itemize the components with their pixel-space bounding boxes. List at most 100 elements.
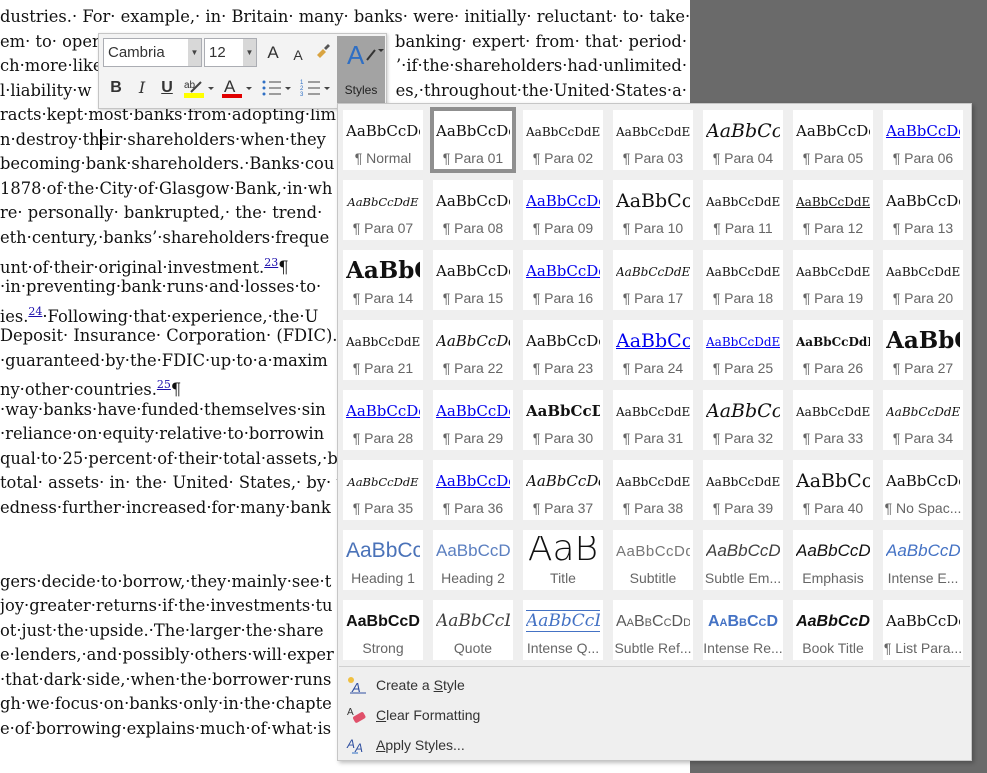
shrink-font-icon: A	[293, 47, 303, 63]
font-color-button[interactable]: A	[221, 76, 255, 107]
style-item[interactable]: AaBbCcDdE ¶ Para 05	[793, 110, 873, 170]
svg-text:A: A	[224, 77, 236, 96]
style-item[interactable]: AaBbCcDdE ¶ Para 09	[523, 180, 603, 240]
style-item[interactable]: AaBbCcDdE ¶ Para 11	[703, 180, 783, 240]
font-size-combo[interactable]: 12 ▼	[204, 38, 257, 67]
grow-font-icon: A	[267, 43, 279, 62]
footnote-reference-link[interactable]: 24	[28, 305, 42, 318]
line-text: gh·we·focus·on·banks·only·in·the·chapte	[0, 694, 332, 714]
style-item[interactable]: AaBbCcDdE Subtitle	[613, 530, 693, 590]
style-item[interactable]: AaBbCcDdE Quote	[433, 600, 513, 660]
style-item[interactable]: AaBbCcDdE ¶ Para 18	[703, 250, 783, 310]
style-item[interactable]: AaBbCcDdE ¶ Para 33	[793, 390, 873, 450]
shrink-font-button[interactable]: A	[289, 44, 307, 66]
footnote-reference-link[interactable]: 23	[264, 256, 278, 269]
style-preview: AaBbCc	[616, 330, 690, 352]
style-item[interactable]: AaBbCcDdE ¶ Para 21	[343, 320, 423, 380]
style-item[interactable]: AaBbCcDdE ¶ Para 35	[343, 460, 423, 520]
style-item[interactable]: AaBbCc ¶ Para 14	[343, 250, 423, 310]
numbering-button[interactable]: 123	[300, 76, 334, 107]
style-item[interactable]: AaBbCc ¶ Para 24	[613, 320, 693, 380]
style-preview: AaBbCcDdE	[796, 195, 870, 209]
style-name: ¶ Para 05	[802, 150, 864, 166]
apply-styles-menu-item[interactable]: AA Apply Styles...	[344, 732, 964, 758]
create-style-icon: A	[348, 677, 366, 695]
bold-icon: B	[110, 79, 122, 96]
style-preview: AaBbCcDdE	[706, 541, 780, 560]
italic-button[interactable]: I	[133, 77, 151, 99]
style-item[interactable]: AaBbCcD Strong	[343, 600, 423, 660]
style-item[interactable]: AaBbCcDdE ¶ Para 15	[433, 250, 513, 310]
style-item[interactable]: AaBbCcDdE ¶ Para 20	[883, 250, 963, 310]
style-item[interactable]: AaBbCcDdE ¶ Para 02	[523, 110, 603, 170]
style-item[interactable]: AaBbCcDdE Intense E...	[883, 530, 963, 590]
style-item[interactable]: AaBbCcDdE ¶ Para 30	[523, 390, 603, 450]
style-item[interactable]: AaBbCc ¶ Para 32	[703, 390, 783, 450]
style-item[interactable]: AaBbCcDdE ¶ Para 16	[523, 250, 603, 310]
style-item[interactable]: AaBbCcD Book Title	[793, 600, 873, 660]
style-name: ¶ Para 21	[352, 360, 414, 376]
style-item[interactable]: AaBbCcDdE ¶ Para 06	[883, 110, 963, 170]
footnote-reference-link[interactable]: 25	[157, 378, 171, 391]
style-preview: AaBbCcD	[707, 613, 779, 630]
style-item[interactable]: AaBbCcDdE ¶ Para 01	[430, 107, 516, 173]
styles-button[interactable]: A Styles	[337, 36, 385, 106]
style-item[interactable]: AaBbCcDdE ¶ Para 39	[703, 460, 783, 520]
style-preview: AaBbCcDdE	[526, 262, 600, 280]
grow-font-button[interactable]: A	[264, 42, 282, 64]
clear-formatting-menu-item[interactable]: A Clear Formatting	[344, 702, 964, 728]
chevron-down-icon[interactable]: ▼	[188, 39, 201, 66]
highlight-button[interactable]: ab	[183, 76, 217, 107]
line-text: e·of·borrowing·explains·much·of·what·is	[0, 718, 332, 738]
style-preview: AaBbCcDdE	[706, 475, 780, 489]
style-item[interactable]: AaBbCcDdE ¶ Para 36	[433, 460, 513, 520]
style-item[interactable]: AaBbCcDdE ¶ Para 07	[343, 180, 423, 240]
style-item[interactable]: AaB Title	[523, 530, 603, 590]
style-item[interactable]: AaBbCcDdE ¶ Para 29	[433, 390, 513, 450]
style-preview: AaBbCcDdE	[346, 402, 420, 420]
style-item[interactable]: AaBbCcDdE ¶ Para 19	[793, 250, 873, 310]
style-item[interactable]: AaBbCcDdE ¶ List Para...	[883, 600, 963, 660]
style-item[interactable]: AaBbCcDdE ¶ Para 25	[703, 320, 783, 380]
style-item[interactable]: AaBbCcDdE ¶ Para 31	[613, 390, 693, 450]
create-style-menu-item[interactable]: A Create a Style	[344, 672, 964, 698]
style-item[interactable]: AaBbCcDdE ¶ Para 04	[703, 110, 783, 170]
style-name: ¶ Para 02	[532, 150, 594, 166]
style-item[interactable]: AaBbCcDdE ¶ Para 28	[343, 390, 423, 450]
style-item[interactable]: AaBbCcDdE ¶ Para 23	[523, 320, 603, 380]
document-line: qual·to·25·percent·of·their·total·assets…	[0, 447, 338, 471]
style-item[interactable]: AaBbCcDdE Emphasis	[793, 530, 873, 590]
style-item[interactable]: AaBbCcDdE ¶ Para 26	[793, 320, 873, 380]
bold-button[interactable]: B	[107, 77, 125, 99]
style-preview: AaBbCcDdE	[436, 611, 510, 631]
style-item[interactable]: AaBbCcDdE ¶ Para 38	[613, 460, 693, 520]
style-item[interactable]: AaBbCcDdE Intense Q...	[523, 600, 603, 660]
style-item[interactable]: AaBbCcD Intense Re...	[703, 600, 783, 660]
underline-button[interactable]: U	[158, 77, 176, 99]
style-item[interactable]: AaBbCcDdE ¶ Para 34	[883, 390, 963, 450]
style-item[interactable]: AaBbCcDdE ¶ Para 13	[883, 180, 963, 240]
style-item[interactable]: AaBbCcDdE ¶ Para 03	[613, 110, 693, 170]
style-item[interactable]: AaBbCcDdE ¶ Para 17	[613, 250, 693, 310]
style-item[interactable]: AaBbCcDdE Subtle Em...	[703, 530, 783, 590]
style-item[interactable]: AaBbCcDdE ¶ No Spac...	[883, 460, 963, 520]
style-item[interactable]: AaBbCcDdE ¶ Para 37	[523, 460, 603, 520]
style-item[interactable]: AaBbCc ¶ Para 10	[613, 180, 693, 240]
style-item[interactable]: AaBbCc ¶ Para 27	[883, 320, 963, 380]
chevron-down-icon[interactable]: ▼	[243, 39, 256, 66]
format-painter-button[interactable]	[313, 42, 333, 67]
style-item[interactable]: AaBbCcDdE ¶ Para 08	[433, 180, 513, 240]
style-preview: AaBbCcDdE	[886, 541, 960, 560]
style-item[interactable]: AaBbCc ¶ Para 40	[793, 460, 873, 520]
font-name-combo[interactable]: Cambria ▼	[103, 38, 202, 67]
style-item[interactable]: AaBbCcDdE Heading 2	[433, 530, 513, 590]
mini-toolbar: Cambria ▼ 12 ▼ A A A Styles B I U ab A 123	[98, 33, 387, 109]
style-item[interactable]: AaBbCcDdE ¶ Para 12	[793, 180, 873, 240]
document-line: e·of·borrowing·explains·much·of·what·is	[0, 717, 331, 741]
style-name: ¶ Para 03	[622, 150, 684, 166]
style-item[interactable]: AaBbCcDdE Heading 1	[343, 530, 423, 590]
bullets-button[interactable]	[261, 76, 295, 107]
style-item[interactable]: AaBbCcDdE Subtle Ref...	[613, 600, 693, 660]
style-item[interactable]: AaBbCcDdE ¶ Para 22	[433, 320, 513, 380]
style-item[interactable]: AaBbCcDdE ¶ Normal	[343, 110, 423, 170]
